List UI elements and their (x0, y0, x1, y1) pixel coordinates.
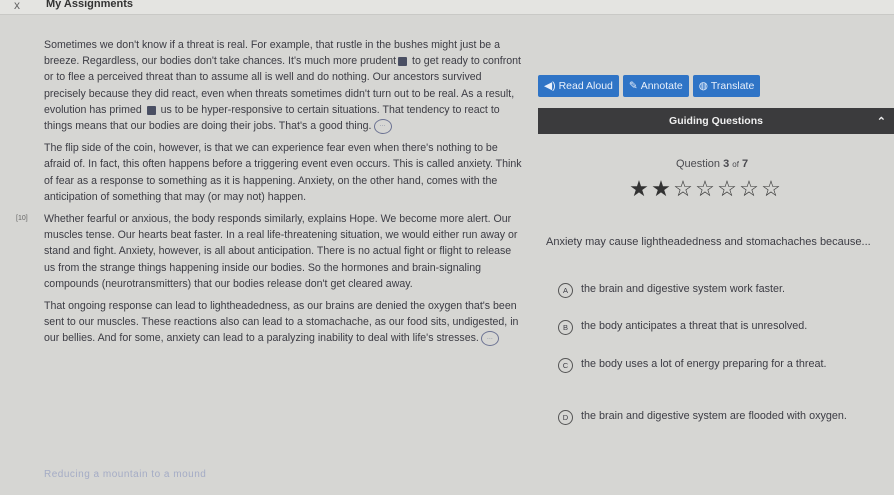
translate-button[interactable]: ◍ Translate (692, 75, 761, 97)
option-letter: A (558, 283, 573, 298)
paragraph-2: The flip side of the coin, however, is t… (44, 142, 522, 203)
globe-icon: ◍ (698, 80, 708, 92)
option-letter: C (558, 358, 573, 373)
question-label: Question (676, 158, 721, 170)
star-empty-icon: ☆ (695, 176, 715, 201)
read-aloud-button[interactable]: ◀) Read Aloud (538, 75, 619, 97)
star-empty-icon: ☆ (673, 176, 693, 201)
option-letter: D (558, 410, 573, 425)
option-text: the body anticipates a threat that is un… (581, 320, 808, 332)
section-heading-faded: Reducing a mountain to a mound (44, 469, 207, 480)
guiding-questions-title: Guiding Questions (669, 115, 763, 127)
question-stem: Anxiety may cause lightheadedness and st… (546, 236, 871, 248)
annotate-button[interactable]: ✎ Annotate (622, 75, 689, 97)
annotate-label: Annotate (640, 80, 683, 92)
answer-option-a[interactable]: A the brain and digestive system work fa… (558, 282, 858, 298)
star-empty-icon: ☆ (739, 176, 759, 201)
paragraph-text: That ongoing response can lead to lighth… (44, 300, 519, 345)
close-icon[interactable]: x (14, 0, 20, 12)
star-empty-icon: ☆ (717, 176, 737, 201)
translate-label: Translate (710, 80, 755, 92)
paragraph-3: [10] Whether fearful or anxious, the body… (16, 211, 524, 292)
question-counter: Question 3 of 7 (676, 158, 748, 170)
top-bar: x My Assignments (0, 0, 894, 15)
vocab-marker-icon[interactable] (146, 105, 156, 115)
paragraph-number: [10] (16, 215, 28, 223)
star-empty-icon: ☆ (761, 176, 781, 201)
star-filled-icon: ★ (629, 176, 649, 201)
page-title: My Assignments (46, 0, 134, 10)
vocab-marker-icon[interactable] (398, 56, 408, 66)
guiding-questions-header[interactable]: Guiding Questions ⌃ (538, 108, 894, 134)
answer-option-c[interactable]: C the body uses a lot of energy preparin… (558, 357, 858, 373)
option-text: the body uses a lot of energy preparing … (581, 358, 827, 370)
question-total: 7 (742, 158, 749, 170)
paragraph-text: Whether fearful or anxious, the body res… (44, 213, 518, 290)
comment-bubble-icon[interactable]: ··· (373, 118, 392, 134)
read-aloud-label: Read Aloud (558, 80, 613, 92)
star-filled-icon: ★ (651, 176, 671, 201)
comment-bubble-icon[interactable]: ··· (480, 331, 499, 347)
paragraph-1: Sometimes we don't know if a threat is r… (44, 37, 524, 134)
progress-stars: ★ ★ ☆ ☆ ☆ ☆ ☆ (628, 176, 782, 202)
option-text: the brain and digestive system are flood… (581, 410, 847, 422)
question-number: 3 (723, 158, 730, 170)
chevron-up-icon[interactable]: ⌃ (877, 115, 886, 128)
option-letter: B (558, 320, 573, 335)
pencil-icon: ✎ (628, 80, 638, 92)
answer-option-b[interactable]: B the body anticipates a threat that is … (558, 319, 858, 335)
tool-bar: ◀) Read Aloud ✎ Annotate ◍ Translate (538, 75, 761, 97)
reading-passage: Sometimes we don't know if a threat is r… (16, 37, 524, 353)
paragraph-4: That ongoing response can lead to lighth… (44, 298, 524, 347)
option-text: the brain and digestive system work fast… (581, 283, 786, 295)
question-of: of (732, 160, 739, 169)
speaker-icon: ◀) (544, 80, 556, 92)
answer-option-d[interactable]: D the brain and digestive system are flo… (558, 409, 858, 425)
